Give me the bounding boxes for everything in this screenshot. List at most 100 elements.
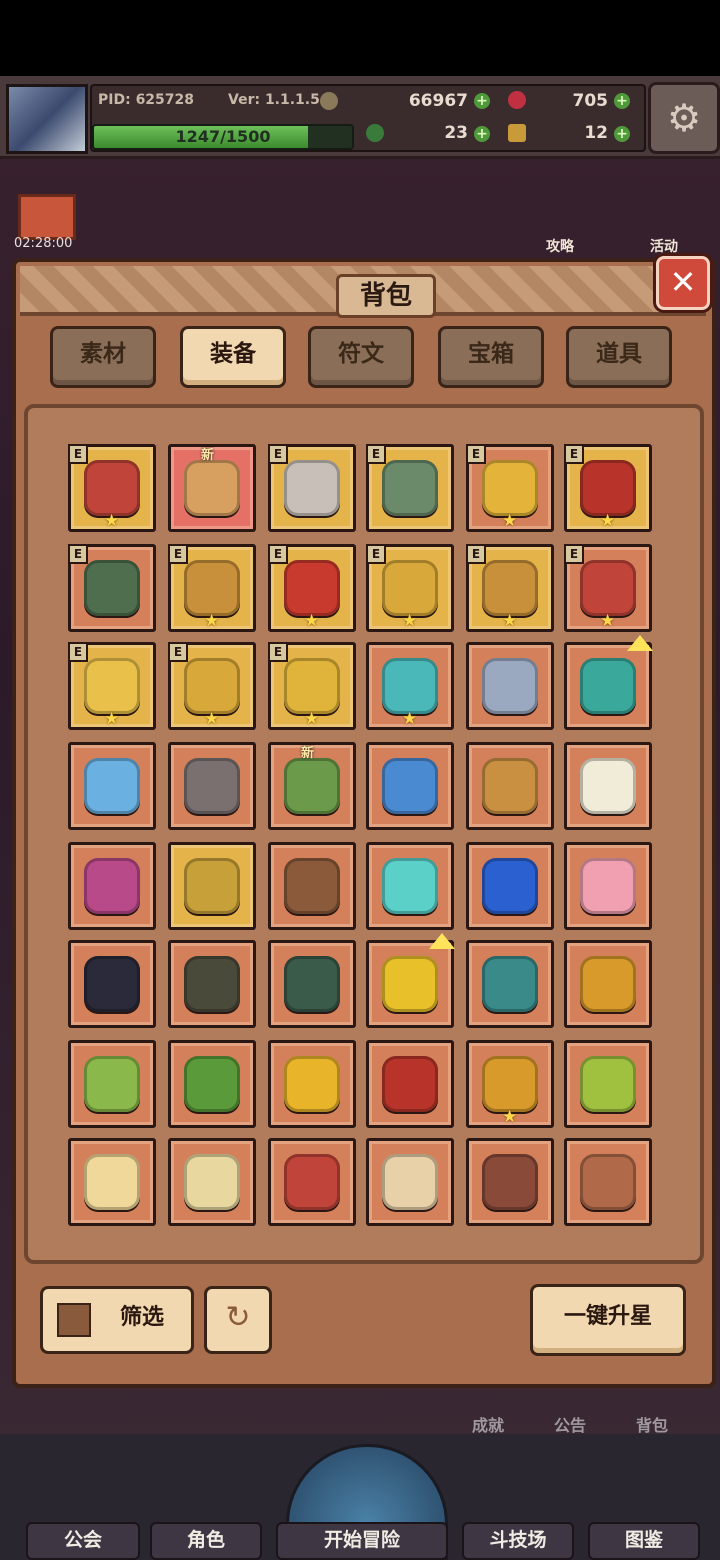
inventory-slot[interactable] <box>564 1138 652 1226</box>
tower-shield-icon <box>184 858 240 914</box>
inventory-slot[interactable] <box>168 842 256 930</box>
filter-label: 筛选 <box>119 1305 164 1330</box>
equipped-badge: E <box>168 544 188 564</box>
add-gold-icon[interactable]: + <box>474 93 490 109</box>
star-icon: ★ <box>104 511 120 531</box>
inventory-grid <box>24 404 704 1264</box>
inventory-slot[interactable]: E ★ <box>366 544 454 632</box>
bag-shortcut-button[interactable]: 背包 <box>636 1412 668 1436</box>
inventory-slot[interactable]: E ★ <box>68 444 156 532</box>
inventory-slot[interactable] <box>168 940 256 1028</box>
nav-codex[interactable]: 图鉴 <box>588 1522 700 1560</box>
axe-icon <box>284 460 340 516</box>
gift-icon[interactable] <box>18 194 76 240</box>
inventory-slot[interactable]: ★ <box>466 1040 554 1128</box>
inventory-slot[interactable] <box>366 933 455 1028</box>
inventory-slot[interactable] <box>564 635 653 730</box>
notice-button[interactable]: 公告 <box>554 1412 586 1436</box>
version-icon <box>320 92 338 110</box>
inventory-slot[interactable] <box>564 940 652 1028</box>
inventory-slot[interactable] <box>466 742 554 830</box>
wand-blue-icon <box>84 758 140 814</box>
inventory-slot[interactable]: E ★ <box>564 544 652 632</box>
inventory-slot[interactable] <box>564 742 652 830</box>
clover-count: 23 <box>444 123 468 143</box>
star-icon: ★ <box>402 709 418 729</box>
nav-arena[interactable]: 斗技场 <box>462 1522 574 1560</box>
inventory-slot[interactable] <box>68 940 156 1028</box>
inventory-slot[interactable] <box>268 1138 356 1226</box>
add-key-icon[interactable]: + <box>614 126 630 142</box>
event-button[interactable]: 活动 <box>634 236 694 256</box>
inventory-slot[interactable]: E ★ <box>466 444 554 532</box>
equipped-badge: E <box>466 444 486 464</box>
inventory-slot[interactable] <box>168 742 256 830</box>
inventory-slot[interactable]: E ★ <box>466 544 554 632</box>
settings-button[interactable] <box>648 82 720 154</box>
gold-chest-icon <box>284 1056 340 1112</box>
star-icon: ★ <box>600 511 616 531</box>
add-clover-icon[interactable]: + <box>474 126 490 142</box>
inventory-slot[interactable]: 新 <box>268 742 356 830</box>
upgrade-all-label: 一键升星 <box>563 1304 652 1329</box>
gift-timer: 02:28:00 <box>14 236 73 251</box>
inventory-slot[interactable] <box>68 1040 156 1128</box>
pig-hat-icon <box>580 858 636 914</box>
inventory-slot[interactable] <box>168 1138 256 1226</box>
inventory-slot[interactable] <box>466 1138 554 1226</box>
inventory-slot[interactable] <box>268 940 356 1028</box>
inventory-slot[interactable]: E ★ <box>268 544 356 632</box>
inventory-slot[interactable] <box>168 1040 256 1128</box>
add-gem-icon[interactable]: + <box>614 93 630 109</box>
tab-1[interactable]: 装备 <box>180 326 286 388</box>
inventory-slot[interactable]: E ★ <box>68 642 156 730</box>
tab-label: 素材 <box>80 341 126 367</box>
crown-ring-icon <box>482 460 538 516</box>
equipped-badge: E <box>564 544 584 564</box>
filter-button[interactable]: 筛选 <box>40 1286 194 1354</box>
tab-3[interactable]: 宝箱 <box>438 326 544 388</box>
inventory-slot[interactable] <box>68 842 156 930</box>
inventory-slot[interactable] <box>68 1138 156 1226</box>
refresh-button[interactable]: ↻ <box>204 1286 272 1354</box>
tab-2[interactable]: 符文 <box>308 326 414 388</box>
upgrade-all-button[interactable]: 一键升星 <box>530 1284 686 1356</box>
tab-label: 道具 <box>596 341 642 367</box>
close-button[interactable]: ✕ <box>656 256 710 310</box>
inventory-slot[interactable] <box>268 842 356 930</box>
inventory-slot[interactable]: E <box>268 444 356 532</box>
guide-button[interactable]: 攻略 <box>530 236 590 256</box>
inventory-slot[interactable]: ★ <box>366 642 454 730</box>
inventory-slot[interactable] <box>366 1138 454 1226</box>
equipped-badge: E <box>268 544 288 564</box>
inventory-slot[interactable]: E ★ <box>168 642 256 730</box>
orb-cyan-icon <box>382 858 438 914</box>
tab-4[interactable]: 道具 <box>566 326 672 388</box>
inventory-slot[interactable] <box>268 1040 356 1128</box>
inventory-slot[interactable]: E <box>366 444 454 532</box>
nav-character[interactable]: 角色 <box>150 1522 262 1560</box>
inventory-slot[interactable] <box>466 842 554 930</box>
player-avatar[interactable] <box>6 84 88 154</box>
inventory-slot[interactable]: E ★ <box>564 444 652 532</box>
inventory-slot[interactable] <box>564 1040 652 1128</box>
inventory-slot[interactable] <box>466 940 554 1028</box>
inventory-slot[interactable] <box>466 642 554 730</box>
inventory-slot[interactable] <box>68 742 156 830</box>
inventory-slot[interactable] <box>366 842 454 930</box>
spear-icon <box>482 758 538 814</box>
nav-guild[interactable]: 公会 <box>26 1522 140 1560</box>
inventory-slot[interactable]: E ★ <box>168 544 256 632</box>
inventory-slot[interactable] <box>564 842 652 930</box>
achievement-button[interactable]: 成就 <box>472 1412 504 1436</box>
bronze-ring-icon <box>580 1154 636 1210</box>
inventory-slot[interactable]: E <box>68 544 156 632</box>
inventory-slot[interactable] <box>366 742 454 830</box>
gold-armor-icon <box>580 956 636 1012</box>
top-hat-icon <box>84 956 140 1012</box>
tab-0[interactable]: 素材 <box>50 326 156 388</box>
inventory-slot[interactable]: 新 <box>168 444 256 532</box>
nav-start-adventure[interactable]: 开始冒险 <box>276 1522 448 1560</box>
inventory-slot[interactable]: E ★ <box>268 642 356 730</box>
inventory-slot[interactable] <box>366 1040 454 1128</box>
